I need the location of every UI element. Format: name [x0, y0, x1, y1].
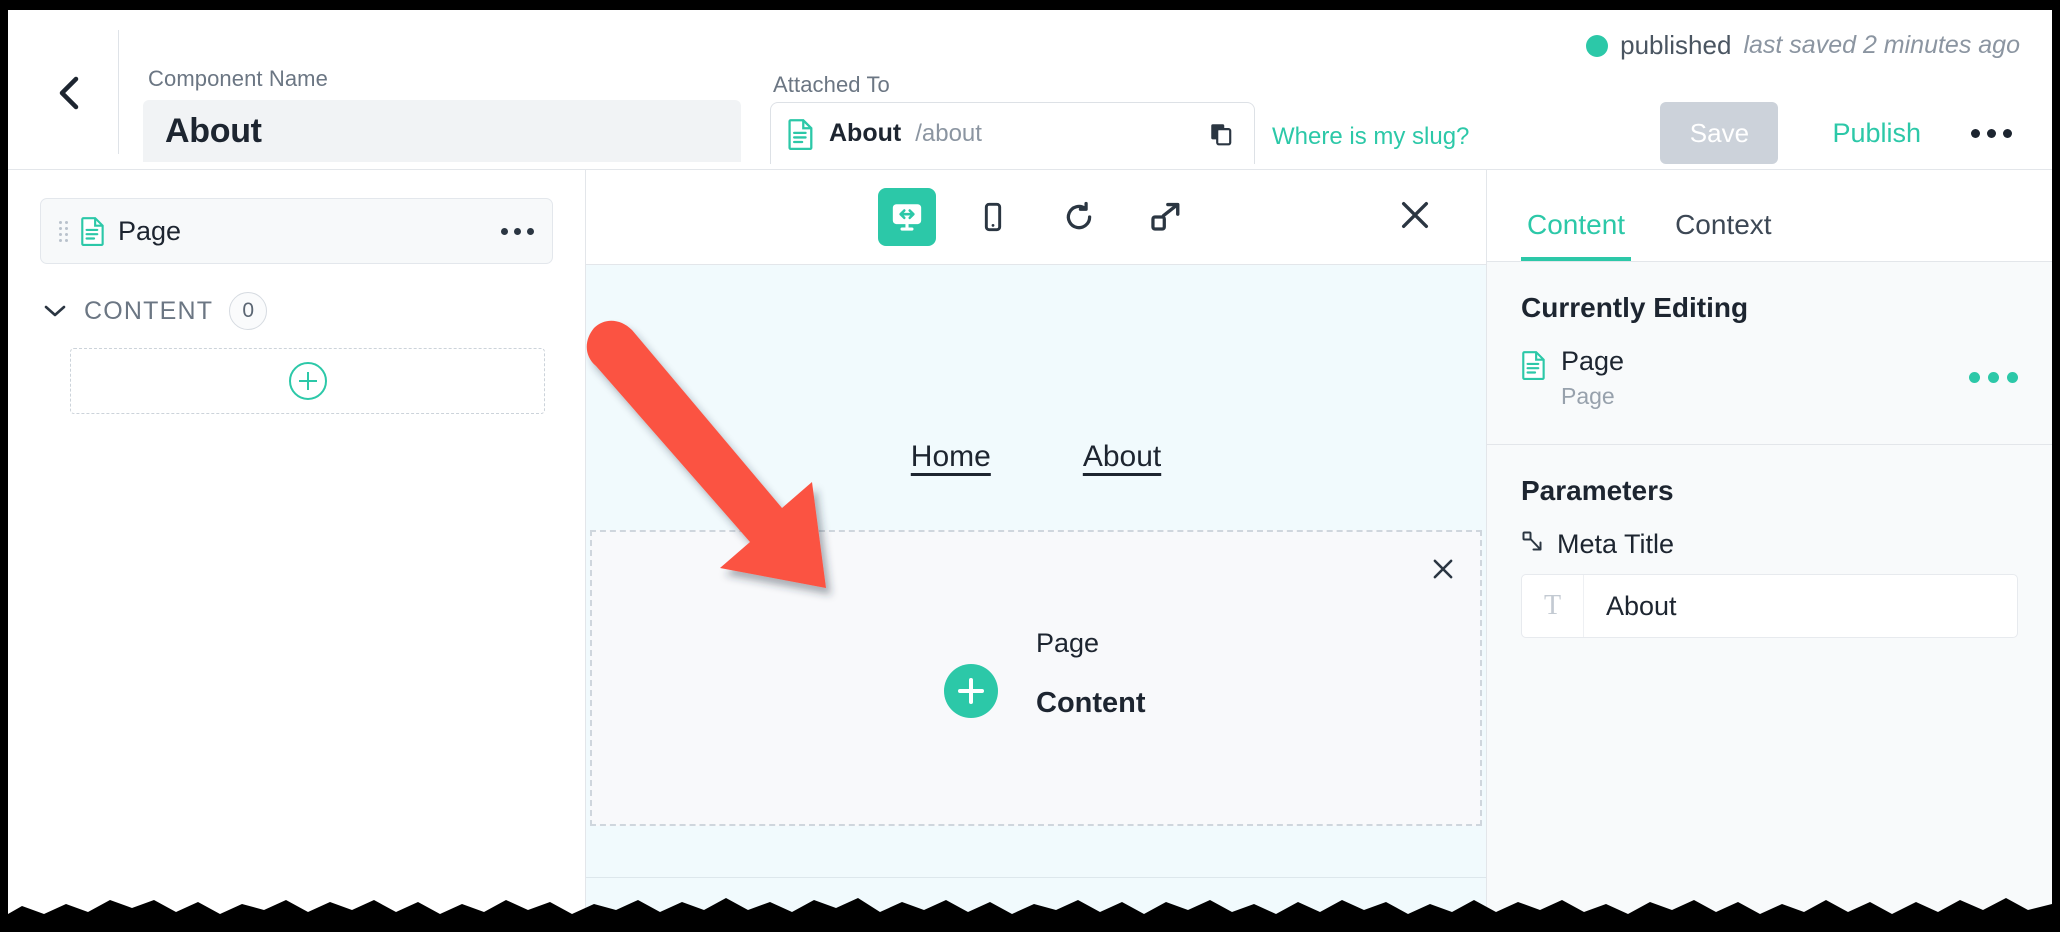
- drag-handle-icon[interactable]: [59, 218, 68, 244]
- attached-to-title: About: [829, 119, 902, 147]
- where-is-my-slug-link[interactable]: Where is my slug?: [1272, 123, 1469, 151]
- app-window: Component Name About Attached To About /…: [8, 10, 2052, 922]
- attached-to-slug: /about: [915, 119, 982, 147]
- add-component-plus-button[interactable]: [944, 664, 998, 718]
- content-group-header[interactable]: CONTENT 0: [42, 292, 565, 330]
- currently-editing-item[interactable]: Page Page: [1521, 346, 2018, 444]
- last-saved-text: last saved 2 minutes ago: [1743, 31, 2020, 59]
- currently-editing-name: Page: [1561, 346, 1625, 376]
- preview-nav: Home About: [586, 440, 1486, 474]
- copy-icon[interactable]: [1204, 117, 1238, 151]
- app-header: Component Name About Attached To About /…: [8, 10, 2052, 170]
- back-button[interactable]: [44, 68, 94, 118]
- ellipsis-icon-dot: [2007, 372, 2018, 383]
- preview-slot-labels: Page Content: [1036, 628, 1146, 720]
- structure-sidebar: Page CONTENT 0: [8, 170, 586, 922]
- attached-to-field[interactable]: About /about: [770, 102, 1255, 164]
- inspector-panel: Content Context Currently Editing Page P…: [1486, 170, 2052, 922]
- chevron-down-icon[interactable]: [42, 302, 68, 320]
- document-icon: [1521, 350, 1547, 380]
- preview-nav-link-home[interactable]: Home: [911, 440, 991, 474]
- responsive-desktop-icon[interactable]: [878, 188, 936, 246]
- component-name-input[interactable]: About: [143, 100, 741, 162]
- currently-editing-text: Page Page: [1561, 346, 1624, 410]
- sidebar-item-page[interactable]: Page: [40, 198, 553, 264]
- sidebar-item-label: Page: [118, 215, 182, 246]
- preview-toolbar: [586, 170, 1486, 265]
- preview-component-region[interactable]: Page Content: [590, 530, 1482, 826]
- currently-editing-more-button[interactable]: [1969, 372, 2018, 383]
- close-icon: [1430, 556, 1456, 587]
- plus-circle-icon: [288, 362, 327, 400]
- ellipsis-icon-dot: [1988, 372, 1999, 383]
- header-more-menu-button[interactable]: [1971, 102, 2012, 164]
- content-group-count-badge: 0: [229, 292, 268, 330]
- component-name-label: Component Name: [148, 66, 328, 91]
- parameters-title: Parameters: [1521, 475, 1674, 506]
- status-text: published: [1620, 30, 1732, 60]
- text-type-icon: T: [1522, 575, 1584, 637]
- header-divider: [118, 30, 119, 154]
- preview-nav-link-about[interactable]: About: [1083, 440, 1161, 474]
- currently-editing-type: Page: [1561, 383, 1615, 409]
- parameters-section: Parameters Meta Title T: [1487, 445, 2052, 638]
- preview-slot-owner: Page: [1036, 628, 1100, 658]
- parameter-input-row[interactable]: T: [1521, 574, 2018, 638]
- preview-section-divider: [586, 877, 1486, 878]
- mobile-icon[interactable]: [964, 188, 1022, 246]
- preview-canvas: Home About Page Content: [586, 265, 1486, 922]
- close-icon: [1398, 198, 1432, 237]
- ellipsis-icon-dot: [2003, 128, 2012, 138]
- status-bar: published last saved 2 minutes ago: [1586, 30, 2020, 61]
- chevron-left-icon: [52, 73, 86, 113]
- component-close-button[interactable]: [1426, 554, 1460, 588]
- ellipsis-icon-dot: [1987, 128, 1996, 138]
- ellipsis-icon-dot: [1969, 372, 1980, 383]
- refresh-icon[interactable]: [1050, 188, 1108, 246]
- inspector-tabs: Content Context: [1487, 170, 2052, 262]
- screenshot-root: Component Name About Attached To About /…: [0, 0, 2060, 932]
- tab-context[interactable]: Context: [1669, 209, 1778, 261]
- content-group-label: CONTENT: [84, 296, 214, 325]
- currently-editing-section: Currently Editing Page Page: [1487, 262, 2052, 444]
- meta-title-input[interactable]: [1584, 590, 2017, 622]
- preview-empty-slot: Page Content: [944, 628, 1146, 720]
- component-name-value: About: [165, 111, 262, 150]
- status-badge-dot: [1586, 34, 1609, 57]
- sidebar-item-more-button[interactable]: [501, 227, 534, 235]
- add-content-slot-button[interactable]: [70, 348, 545, 414]
- attached-to-label: Attached To: [773, 72, 890, 97]
- parameter-label-row: Meta Title: [1521, 529, 2018, 560]
- node-output-icon: [1521, 530, 1545, 559]
- publish-button[interactable]: Publish: [1818, 102, 1935, 164]
- document-icon: [787, 118, 815, 150]
- open-external-icon[interactable]: [1136, 188, 1194, 246]
- save-button[interactable]: Save: [1660, 102, 1779, 164]
- header-actions: Save Publish: [1660, 102, 2026, 164]
- preview-close-button[interactable]: [1392, 194, 1438, 240]
- ellipsis-icon-dot: [1971, 128, 1980, 138]
- tab-content[interactable]: Content: [1521, 209, 1632, 261]
- currently-editing-title: Currently Editing: [1521, 292, 1749, 323]
- ellipsis-icon-dot: [527, 227, 534, 235]
- parameter-label: Meta Title: [1557, 529, 1675, 559]
- preview-slot-name: Content: [1036, 687, 1146, 719]
- preview-pane: Home About Page Content: [586, 170, 1486, 922]
- ellipsis-icon-dot: [514, 227, 521, 235]
- ellipsis-icon-dot: [501, 227, 508, 235]
- document-icon: [80, 216, 106, 246]
